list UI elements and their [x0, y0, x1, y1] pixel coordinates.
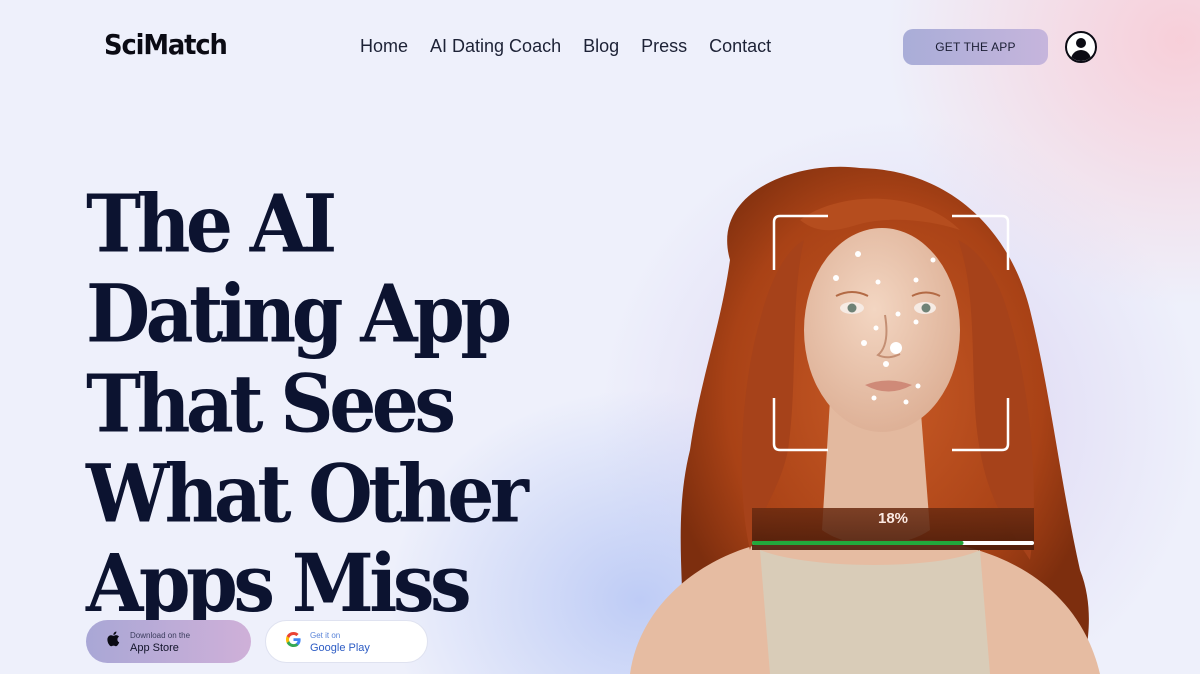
nav-ai-dating-coach[interactable]: AI Dating Coach [430, 36, 561, 57]
headline-line-2: Dating App [86, 268, 512, 361]
app-store-small-label: Download on the [130, 630, 191, 640]
nav-home[interactable]: Home [360, 36, 408, 57]
google-play-small-label: Get it on [310, 630, 341, 640]
app-store-label: App Store [130, 641, 179, 654]
scan-progress-fill [752, 541, 964, 545]
app-store-button[interactable]: Download on the App Store [86, 620, 251, 663]
headline-line-5: Apps Miss [86, 538, 472, 631]
app-store-text: Download on the App Store [130, 630, 190, 654]
apple-icon [104, 631, 122, 652]
get-the-app-button[interactable]: GET THE APP [903, 29, 1048, 65]
google-play-text: Get it on Google Play [310, 630, 370, 654]
nav-contact[interactable]: Contact [709, 36, 771, 57]
brand-logo[interactable]: SciMatch [104, 28, 228, 61]
profile-head-shape [1076, 38, 1086, 48]
google-play-button[interactable]: Get it on Google Play [265, 620, 428, 663]
headline-line-1: The AI [86, 178, 337, 271]
headline-line-3: That Sees [86, 358, 456, 451]
scan-progress-label: 18% [877, 510, 909, 527]
nav-blog[interactable]: Blog [583, 36, 619, 57]
profile-body-shape [1071, 50, 1091, 61]
google-icon [284, 631, 302, 652]
hero-headline: The AI Dating App That Sees What Other A… [86, 180, 556, 629]
user-circle-icon[interactable] [1065, 31, 1097, 63]
woman-portrait [630, 166, 1100, 674]
google-play-label: Google Play [310, 641, 370, 654]
headline-line-4: What Other [86, 448, 529, 541]
main-nav: Home AI Dating Coach Blog Press Contact [360, 36, 793, 57]
nav-press[interactable]: Press [641, 36, 687, 57]
hero-photo [560, 150, 1160, 674]
